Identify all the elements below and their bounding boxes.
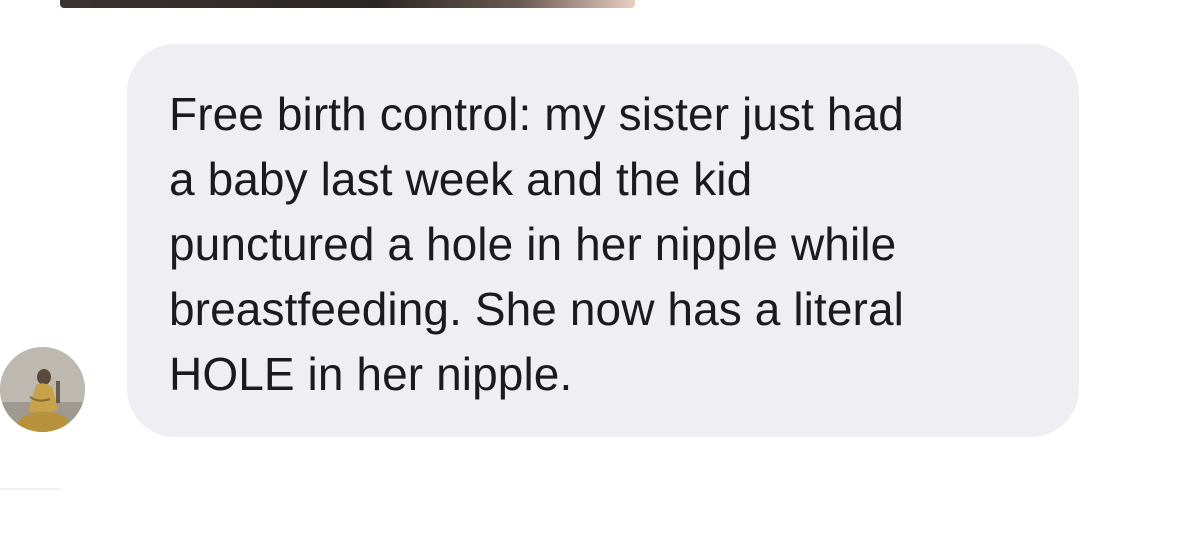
avatar-photo-icon	[0, 347, 85, 432]
previous-message-image[interactable]	[60, 0, 635, 8]
received-message-bubble[interactable]: Free birth control: my sister just had a…	[127, 44, 1079, 437]
sender-avatar[interactable]	[0, 347, 85, 432]
message-text: Free birth control: my sister just had a…	[169, 88, 904, 400]
message-thread: Free birth control: my sister just had a…	[0, 0, 1179, 551]
divider	[0, 488, 60, 490]
